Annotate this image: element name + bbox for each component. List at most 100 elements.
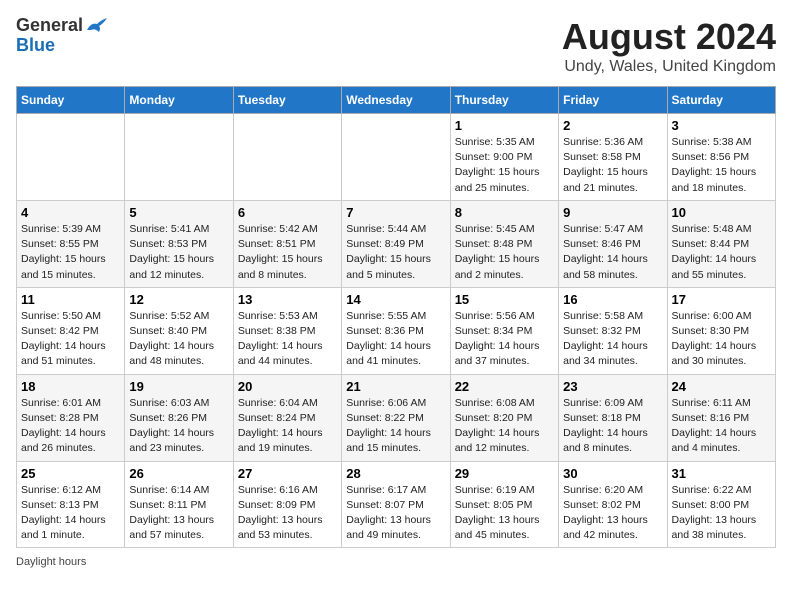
calendar-cell: 14Sunrise: 5:55 AMSunset: 8:36 PMDayligh… <box>342 287 450 374</box>
calendar-week-4: 18 Sunrise: 6:01 AMSunset: 8:28 PMDayligh… <box>17 374 776 461</box>
day-info: Sunrise: 6:08 AMSunset: 8:20 PMDaylight:… <box>455 396 554 457</box>
day-info: Sunrise: 5:53 AMSunset: 8:38 PMDaylight:… <box>238 309 337 370</box>
col-header-monday: Monday <box>125 87 233 114</box>
day-info: Sunrise: 5:41 AMSunset: 8:53 PMDaylight:… <box>129 222 228 283</box>
calendar-cell: 16 Sunrise: 5:58 AMSunset: 8:32 PMDayligh… <box>559 287 667 374</box>
day-number: 12 <box>129 292 228 307</box>
logo-bird-icon <box>85 16 107 34</box>
calendar-cell <box>125 114 233 201</box>
col-header-friday: Friday <box>559 87 667 114</box>
day-number: 24 <box>672 379 771 394</box>
day-info: Sunrise: 5:42 AMSunset: 8:51 PMDaylight:… <box>238 222 337 283</box>
calendar-header-row: SundayMondayTuesdayWednesdayThursdayFrid… <box>17 87 776 114</box>
col-header-tuesday: Tuesday <box>233 87 341 114</box>
calendar-cell: 7 Sunrise: 5:44 AMSunset: 8:49 PMDaylight… <box>342 200 450 287</box>
day-number: 25 <box>21 466 120 481</box>
day-info: Sunrise: 6:09 AMSunset: 8:18 PMDaylight:… <box>563 396 662 457</box>
calendar-cell: 9 Sunrise: 5:47 AMSunset: 8:46 PMDaylight… <box>559 200 667 287</box>
footer: Daylight hours <box>16 556 776 568</box>
day-number: 28 <box>346 466 445 481</box>
day-info: Sunrise: 5:52 AMSunset: 8:40 PMDaylight:… <box>129 309 228 370</box>
calendar-cell: 29Sunrise: 6:19 AMSunset: 8:05 PMDayligh… <box>450 461 558 548</box>
title-block: August 2024 Undy, Wales, United Kingdom <box>562 16 776 76</box>
calendar-cell: 20Sunrise: 6:04 AMSunset: 8:24 PMDayligh… <box>233 374 341 461</box>
day-number: 10 <box>672 205 771 220</box>
day-number: 21 <box>346 379 445 394</box>
calendar-cell: 25Sunrise: 6:12 AMSunset: 8:13 PMDayligh… <box>17 461 125 548</box>
col-header-thursday: Thursday <box>450 87 558 114</box>
calendar-cell: 23 Sunrise: 6:09 AMSunset: 8:18 PMDayligh… <box>559 374 667 461</box>
calendar-week-3: 11Sunrise: 5:50 AMSunset: 8:42 PMDayligh… <box>17 287 776 374</box>
logo-general: General <box>16 16 83 36</box>
day-number: 6 <box>238 205 337 220</box>
logo: General Blue <box>16 16 107 56</box>
day-info: Sunrise: 6:01 AMSunset: 8:28 PMDaylight:… <box>21 396 120 457</box>
day-number: 16 <box>563 292 662 307</box>
calendar-cell: 19 Sunrise: 6:03 AMSunset: 8:26 PMDayligh… <box>125 374 233 461</box>
calendar-cell <box>342 114 450 201</box>
day-number: 18 <box>21 379 120 394</box>
day-info: Sunrise: 6:14 AMSunset: 8:11 PMDaylight:… <box>129 483 228 544</box>
calendar-cell: 18 Sunrise: 6:01 AMSunset: 8:28 PMDayligh… <box>17 374 125 461</box>
day-info: Sunrise: 5:55 AMSunset: 8:36 PMDaylight:… <box>346 309 445 370</box>
col-header-wednesday: Wednesday <box>342 87 450 114</box>
calendar-cell <box>233 114 341 201</box>
calendar-week-5: 25Sunrise: 6:12 AMSunset: 8:13 PMDayligh… <box>17 461 776 548</box>
day-number: 7 <box>346 205 445 220</box>
calendar-table: SundayMondayTuesdayWednesdayThursdayFrid… <box>16 86 776 548</box>
day-info: Sunrise: 5:45 AMSunset: 8:48 PMDaylight:… <box>455 222 554 283</box>
day-info: Sunrise: 5:35 AMSunset: 9:00 PMDaylight:… <box>455 135 554 196</box>
calendar-cell: 5 Sunrise: 5:41 AMSunset: 8:53 PMDaylight… <box>125 200 233 287</box>
logo-blue: Blue <box>16 36 55 56</box>
day-info: Sunrise: 5:56 AMSunset: 8:34 PMDaylight:… <box>455 309 554 370</box>
day-number: 11 <box>21 292 120 307</box>
day-number: 1 <box>455 118 554 133</box>
calendar-week-2: 4 Sunrise: 5:39 AMSunset: 8:55 PMDaylight… <box>17 200 776 287</box>
day-number: 19 <box>129 379 228 394</box>
day-info: Sunrise: 6:20 AMSunset: 8:02 PMDaylight:… <box>563 483 662 544</box>
col-header-saturday: Saturday <box>667 87 775 114</box>
calendar-cell: 27 Sunrise: 6:16 AMSunset: 8:09 PMDayligh… <box>233 461 341 548</box>
day-number: 17 <box>672 292 771 307</box>
day-number: 22 <box>455 379 554 394</box>
day-info: Sunrise: 6:11 AMSunset: 8:16 PMDaylight:… <box>672 396 771 457</box>
day-number: 30 <box>563 466 662 481</box>
calendar-cell: 11Sunrise: 5:50 AMSunset: 8:42 PMDayligh… <box>17 287 125 374</box>
day-number: 31 <box>672 466 771 481</box>
calendar-cell: 4 Sunrise: 5:39 AMSunset: 8:55 PMDaylight… <box>17 200 125 287</box>
day-number: 9 <box>563 205 662 220</box>
calendar-cell: 10Sunrise: 5:48 AMSunset: 8:44 PMDayligh… <box>667 200 775 287</box>
calendar-week-1: 1 Sunrise: 5:35 AMSunset: 9:00 PMDaylight… <box>17 114 776 201</box>
calendar-cell: 28 Sunrise: 6:17 AMSunset: 8:07 PMDayligh… <box>342 461 450 548</box>
calendar-cell: 2Sunrise: 5:36 AMSunset: 8:58 PMDaylight… <box>559 114 667 201</box>
calendar-title: August 2024 <box>562 16 776 58</box>
day-number: 23 <box>563 379 662 394</box>
day-number: 27 <box>238 466 337 481</box>
day-number: 5 <box>129 205 228 220</box>
day-info: Sunrise: 6:03 AMSunset: 8:26 PMDaylight:… <box>129 396 228 457</box>
day-info: Sunrise: 6:00 AMSunset: 8:30 PMDaylight:… <box>672 309 771 370</box>
calendar-cell: 26 Sunrise: 6:14 AMSunset: 8:11 PMDayligh… <box>125 461 233 548</box>
day-info: Sunrise: 6:17 AMSunset: 8:07 PMDaylight:… <box>346 483 445 544</box>
day-number: 4 <box>21 205 120 220</box>
day-info: Sunrise: 5:44 AMSunset: 8:49 PMDaylight:… <box>346 222 445 283</box>
day-info: Sunrise: 5:38 AMSunset: 8:56 PMDaylight:… <box>672 135 771 196</box>
calendar-cell: 6 Sunrise: 5:42 AMSunset: 8:51 PMDaylight… <box>233 200 341 287</box>
day-number: 3 <box>672 118 771 133</box>
calendar-cell: 22 Sunrise: 6:08 AMSunset: 8:20 PMDayligh… <box>450 374 558 461</box>
calendar-cell: 17 Sunrise: 6:00 AMSunset: 8:30 PMDayligh… <box>667 287 775 374</box>
calendar-cell: 8Sunrise: 5:45 AMSunset: 8:48 PMDaylight… <box>450 200 558 287</box>
day-info: Sunrise: 6:16 AMSunset: 8:09 PMDaylight:… <box>238 483 337 544</box>
calendar-subtitle: Undy, Wales, United Kingdom <box>562 58 776 76</box>
day-info: Sunrise: 5:47 AMSunset: 8:46 PMDaylight:… <box>563 222 662 283</box>
day-info: Sunrise: 6:22 AMSunset: 8:00 PMDaylight:… <box>672 483 771 544</box>
calendar-cell: 13Sunrise: 5:53 AMSunset: 8:38 PMDayligh… <box>233 287 341 374</box>
daylight-label: Daylight hours <box>16 556 86 568</box>
day-info: Sunrise: 6:04 AMSunset: 8:24 PMDaylight:… <box>238 396 337 457</box>
page-header: General Blue August 2024 Undy, Wales, Un… <box>16 16 776 76</box>
day-info: Sunrise: 5:39 AMSunset: 8:55 PMDaylight:… <box>21 222 120 283</box>
day-number: 26 <box>129 466 228 481</box>
calendar-cell: 3 Sunrise: 5:38 AMSunset: 8:56 PMDaylight… <box>667 114 775 201</box>
calendar-cell: 1 Sunrise: 5:35 AMSunset: 9:00 PMDaylight… <box>450 114 558 201</box>
day-info: Sunrise: 5:58 AMSunset: 8:32 PMDaylight:… <box>563 309 662 370</box>
